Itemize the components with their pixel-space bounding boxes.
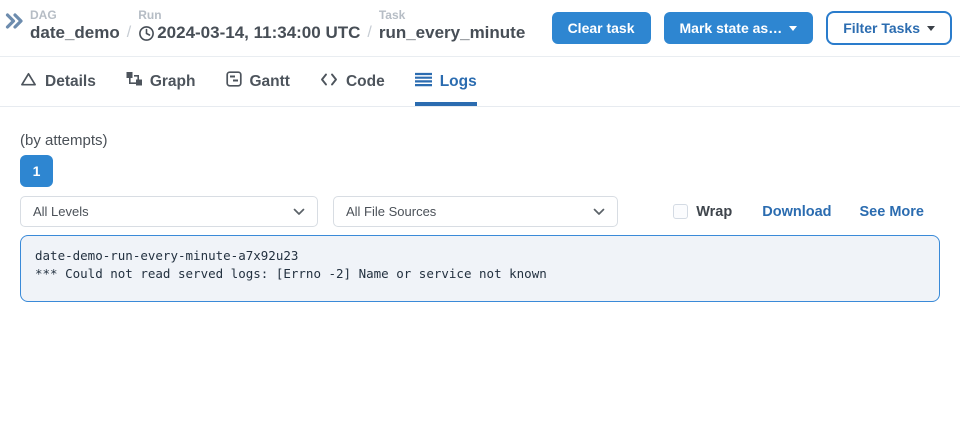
log-line: date-demo-run-every-minute-a7x92u23 xyxy=(35,247,925,265)
run-label: Run xyxy=(138,8,360,22)
chevron-down-icon xyxy=(593,204,605,219)
breadcrumb: DAG date_demo / Run 2024-03-14, 11:34:00… xyxy=(30,8,525,44)
task-label: Task xyxy=(379,8,525,22)
logs-panel: (by attempts) 1 All Levels All File Sour… xyxy=(0,132,960,302)
log-level-selected-value: All Levels xyxy=(33,204,89,219)
breadcrumb-task[interactable]: Task run_every_minute xyxy=(379,8,525,44)
download-link[interactable]: Download xyxy=(762,204,831,220)
breadcrumb-separator: / xyxy=(367,24,371,44)
clock-icon xyxy=(138,25,155,42)
tab-bar: Details Graph Gantt xyxy=(0,57,960,107)
wrap-label: Wrap xyxy=(696,204,732,220)
tab-graph[interactable]: Graph xyxy=(126,57,196,106)
log-level-select[interactable]: All Levels xyxy=(20,196,318,227)
clear-task-button[interactable]: Clear task xyxy=(552,12,651,44)
log-line: *** Could not read served logs: [Errno -… xyxy=(35,265,925,283)
dag-id: date_demo xyxy=(30,22,120,44)
wrap-checkbox[interactable] xyxy=(673,204,688,219)
file-source-select[interactable]: All File Sources xyxy=(333,196,618,227)
log-lines-icon xyxy=(415,72,432,92)
double-chevron-right-icon[interactable] xyxy=(5,12,24,35)
run-timestamp-text: 2024-03-14, 11:34:00 UTC xyxy=(157,22,360,44)
breadcrumb-dag[interactable]: DAG date_demo xyxy=(30,8,120,44)
log-output[interactable]: date-demo-run-every-minute-a7x92u23*** C… xyxy=(20,235,940,302)
breadcrumb-separator: / xyxy=(127,24,131,44)
breadcrumb-run[interactable]: Run 2024-03-14, 11:34:00 UTC xyxy=(138,8,360,44)
header-actions: Clear task Mark state as… Filter Tasks xyxy=(552,8,952,45)
triangle-icon xyxy=(20,71,37,92)
tab-details[interactable]: Details xyxy=(20,57,96,106)
mark-state-as-button[interactable]: Mark state as… xyxy=(664,12,814,44)
tab-code[interactable]: Code xyxy=(320,57,385,106)
tab-gantt[interactable]: Gantt xyxy=(226,57,290,106)
wrap-toggle[interactable]: Wrap xyxy=(673,204,732,220)
log-filter-row: All Levels All File Sources Wrap Downloa… xyxy=(20,196,940,227)
task-header: DAG date_demo / Run 2024-03-14, 11:34:00… xyxy=(0,0,960,57)
chevron-down-icon xyxy=(293,204,305,219)
see-more-link[interactable]: See More xyxy=(860,204,924,220)
gantt-chart-icon xyxy=(226,71,242,92)
attempt-1-button[interactable]: 1 xyxy=(20,155,53,187)
tab-logs[interactable]: Logs xyxy=(415,57,477,106)
by-attempts-label: (by attempts) xyxy=(20,132,940,149)
node-graph-icon xyxy=(126,71,142,92)
caret-down-icon xyxy=(789,26,797,31)
run-timestamp: 2024-03-14, 11:34:00 UTC xyxy=(138,22,360,44)
code-brackets-icon xyxy=(320,72,338,92)
dag-label: DAG xyxy=(30,8,120,22)
file-source-selected-value: All File Sources xyxy=(346,204,436,219)
caret-down-icon xyxy=(927,26,935,31)
task-id: run_every_minute xyxy=(379,22,525,44)
filter-tasks-button[interactable]: Filter Tasks xyxy=(826,11,952,45)
